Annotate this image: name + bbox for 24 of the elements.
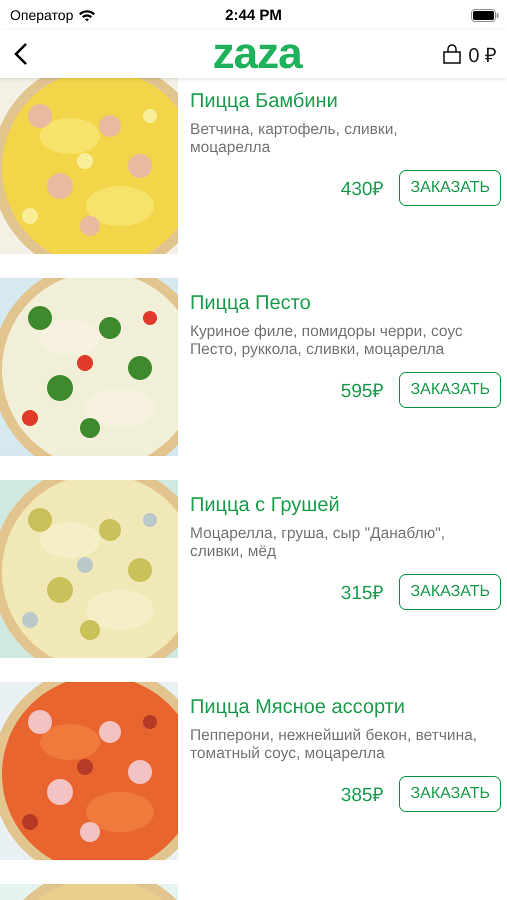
product-title: Пицца Бамбини [190,90,339,113]
wifi-icon [78,8,96,22]
product-title: Пицца Песто [190,292,312,315]
product-title: Пицца с Грушей [190,494,341,517]
status-time: 2:44 PM [224,6,283,24]
product-price: 595₽ [340,380,384,403]
product-price: 315₽ [340,582,384,605]
battery-icon [471,8,499,22]
product-price: 385₽ [340,784,384,807]
order-button[interactable]: ЗАКАЗАТЬ [399,776,501,812]
shopping-bag-icon [442,44,462,64]
product-title: Пицца Мясное ассорти [190,696,406,719]
back-chevron-icon [14,42,28,66]
product-description: Пепперони, нежнейший бекон, ветчина, томатный соус, моцарелла [190,727,478,763]
cart-button[interactable]: 0 ₽ [442,40,497,68]
product-description: Куриное филе, помидоры черри, соус Песто, руккола, сливки, моцарелла [190,323,464,359]
product-description: Моцарелла, груша, сыр "Данаблю", сливки, мёд [190,525,446,561]
order-button[interactable]: ЗАКАЗАТЬ [399,372,501,408]
order-button[interactable]: ЗАКАЗАТЬ [399,170,501,206]
product-description: Ветчина, картофель, сливки, моцарелла [190,121,399,157]
carrier-name: Оператор [10,7,74,23]
order-button[interactable]: ЗАКАЗАТЬ [399,574,501,610]
product-price: 430₽ [340,178,384,201]
logo: zaza [212,32,304,76]
